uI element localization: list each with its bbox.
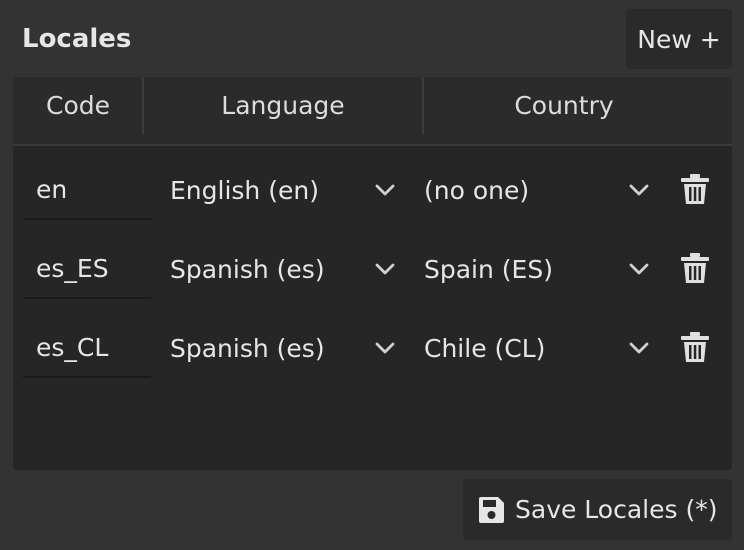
language-select-value: Spanish (es) (170, 333, 325, 363)
locales-editor: Locales New + Code Language Country en E… (0, 0, 744, 550)
trash-icon[interactable] (680, 331, 710, 363)
country-select[interactable]: (no one) (424, 160, 624, 220)
chevron-down-icon[interactable] (373, 178, 397, 202)
language-select-value: English (en) (170, 175, 319, 205)
country-select-value: Chile (CL) (424, 333, 546, 363)
table-row: en English (en) (no one) (13, 160, 732, 220)
locale-code-input[interactable]: es_ES (23, 239, 151, 299)
language-select[interactable]: Spanish (es) (170, 239, 406, 299)
country-select-value: Spain (ES) (424, 254, 553, 284)
trash-icon[interactable] (680, 252, 710, 284)
table-header: Code Language Country (13, 77, 732, 146)
locale-code-input[interactable]: es_CL (23, 318, 151, 378)
page-title: Locales (22, 24, 132, 54)
chevron-down-icon[interactable] (373, 336, 397, 360)
chevron-down-icon[interactable] (373, 257, 397, 281)
language-select-value: Spanish (es) (170, 254, 325, 284)
country-select-value: (no one) (424, 175, 530, 205)
chevron-down-icon[interactable] (627, 178, 651, 202)
table-row: es_CL Spanish (es) Chile (CL) (13, 318, 732, 378)
locales-table: Code Language Country en English (en) (n… (13, 77, 732, 470)
new-locale-button[interactable]: New + (626, 9, 732, 69)
locale-code-input[interactable]: en (23, 160, 151, 220)
save-locales-label: Save Locales (*) (515, 495, 718, 524)
column-header-language[interactable]: Language (144, 77, 422, 134)
trash-icon[interactable] (680, 173, 710, 205)
column-header-country[interactable]: Country (424, 77, 704, 134)
floppy-disk-icon (479, 496, 504, 523)
save-locales-button[interactable]: Save Locales (*) (463, 479, 732, 540)
language-select[interactable]: English (en) (170, 160, 406, 220)
language-select[interactable]: Spanish (es) (170, 318, 406, 378)
chevron-down-icon[interactable] (627, 257, 651, 281)
country-select[interactable]: Spain (ES) (424, 239, 624, 299)
country-select[interactable]: Chile (CL) (424, 318, 624, 378)
chevron-down-icon[interactable] (627, 336, 651, 360)
column-header-code[interactable]: Code (13, 77, 143, 134)
table-row: es_ES Spanish (es) Spain (ES) (13, 239, 732, 299)
